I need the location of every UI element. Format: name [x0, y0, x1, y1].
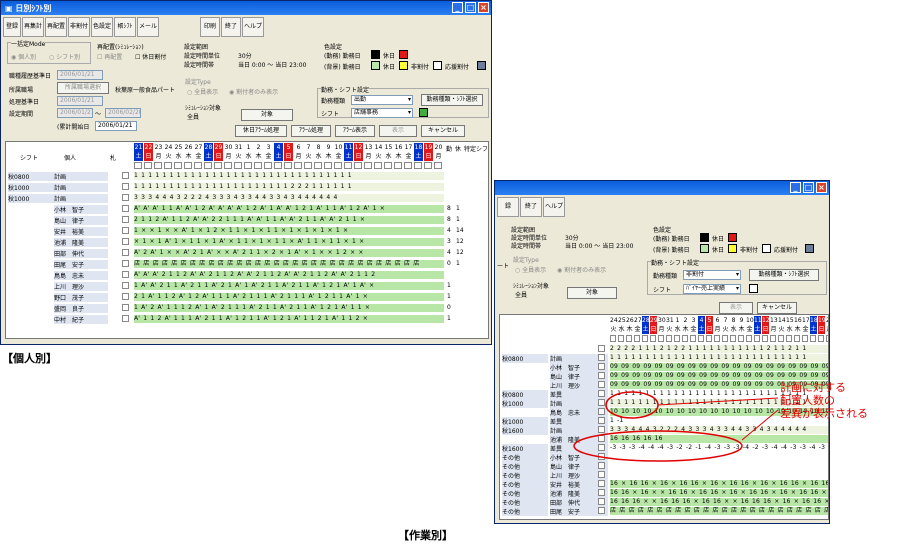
annotation-overlay — [573, 391, 779, 462]
highlight-ellipse-lower — [573, 430, 743, 462]
annotation-line-2: 配置人数の — [780, 394, 835, 407]
callout-line-upper — [657, 397, 779, 406]
annotation-line-1: 計画に対する — [780, 381, 846, 394]
annotation-text: 計画に対する 配置人数の 差異が表示される — [780, 381, 868, 420]
callout-line-lower — [741, 409, 779, 441]
caption-task: 【作業別】 — [398, 529, 453, 542]
annotation-line-3: 差異が表示される — [780, 407, 868, 420]
highlight-ellipse-upper — [605, 391, 659, 419]
